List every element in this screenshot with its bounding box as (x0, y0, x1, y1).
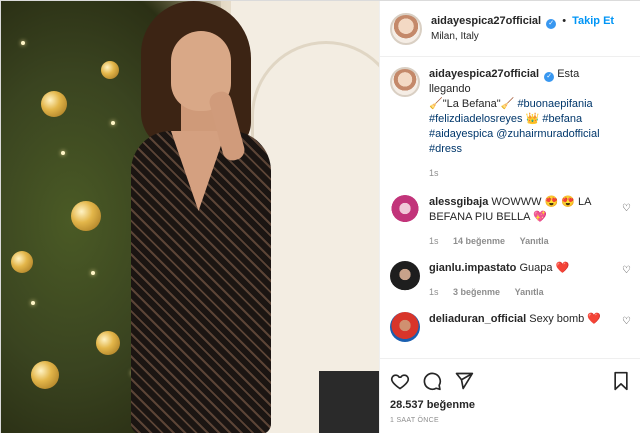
tree-light (61, 151, 65, 155)
crown-emoji: 👑 (525, 113, 540, 125)
comment-time[interactable]: 1s (429, 236, 439, 246)
avatar[interactable] (390, 312, 420, 342)
hashtag-link[interactable]: #dress (429, 143, 462, 155)
comment-username[interactable]: deliaduran_official (429, 313, 526, 325)
comment-likes[interactable]: 14 beğenme (453, 236, 505, 246)
bookmark-icon[interactable] (611, 371, 631, 391)
ornament (71, 201, 101, 231)
comment: alessgibaja WOWWW 😍 😍 LA BEFANA PIU BELL… (380, 195, 640, 249)
tree-light (111, 121, 115, 125)
broom-emoji: 🧹 (429, 98, 443, 110)
hashtag-link[interactable]: #befana (542, 113, 582, 125)
like-count[interactable]: 28.537 beğenme (390, 399, 631, 411)
ornament (41, 91, 67, 117)
avatar[interactable] (390, 67, 420, 97)
hashtag-link[interactable]: #felizdiadelosreyes (429, 113, 523, 125)
separator-dot: • (562, 15, 567, 27)
ornament (96, 331, 120, 355)
header-username[interactable]: aidayespica27official (431, 15, 541, 27)
comment-likes[interactable]: 3 beğenme (453, 287, 500, 297)
location-link[interactable]: Milan, Italy (431, 31, 614, 42)
comment-time[interactable]: 1s (429, 287, 439, 297)
reply-button[interactable]: Yanıtla (515, 287, 544, 297)
comment-text: Guapa ❤️ (519, 262, 570, 274)
avatar[interactable] (390, 195, 420, 225)
share-icon[interactable] (454, 371, 474, 391)
broom-emoji: 🧹 (500, 98, 515, 110)
caption-username[interactable]: aidayespica27official (429, 68, 539, 80)
tree-light (21, 41, 25, 45)
comments-list[interactable]: aidayespica27official ✓ Esta llegando 🧹"… (380, 67, 640, 357)
action-bar: 28.537 beğenme 1 SAAT ÖNCE (380, 358, 640, 424)
ornament (11, 251, 33, 273)
reply-button[interactable]: Yanıtla (520, 236, 549, 246)
hashtag-link[interactable]: #buonaepifania (517, 98, 592, 110)
post-timestamp[interactable]: 1 SAAT ÖNCE (390, 417, 631, 424)
verified-badge-icon: ✓ (544, 72, 555, 82)
comment-text: Sexy bomb ❤️ (529, 313, 602, 325)
person (121, 1, 281, 433)
comment-meta: 1s 14 beğenme Yanıtla (429, 234, 619, 249)
avatar[interactable] (390, 261, 420, 291)
ornament (101, 61, 119, 79)
caption-meta: 1s (429, 166, 619, 181)
comment-like-heart-icon[interactable]: ♡ (622, 203, 631, 214)
comment-meta: 1s 3 beğenme Yanıtla (429, 285, 619, 300)
tree-light (31, 301, 35, 305)
comment-like-heart-icon[interactable]: ♡ (622, 316, 631, 327)
post-photo[interactable] (1, 1, 379, 433)
comment-username[interactable]: alessgibaja (429, 196, 488, 208)
follow-button[interactable]: Takip Et (572, 15, 614, 27)
tree-light (91, 271, 95, 275)
avatar[interactable] (390, 12, 422, 45)
post-sidebar: aidayespica27official ✓ • Takip Et Milan… (379, 1, 640, 433)
heart-icon[interactable] (390, 371, 410, 391)
dark-stand (319, 371, 379, 433)
comment: gianlu.impastato Guapa ❤️ 1s 3 beğenme Y… (380, 261, 640, 300)
hashtag-link[interactable]: #aidayespica (429, 128, 493, 140)
comment-like-heart-icon[interactable]: ♡ (622, 265, 631, 276)
comment: deliaduran_official Sexy bomb ❤️ ♡ (380, 312, 640, 342)
caption: aidayespica27official ✓ Esta llegando 🧹"… (380, 67, 640, 181)
mention-link[interactable]: @zuhairmuradofficial (496, 128, 599, 140)
post-header: aidayespica27official ✓ • Takip Et Milan… (380, 1, 640, 57)
verified-badge-icon: ✓ (546, 19, 557, 29)
comment-icon[interactable] (422, 371, 442, 391)
caption-text: "La Befana" (442, 98, 501, 110)
comment-username[interactable]: gianlu.impastato (429, 262, 516, 274)
ornament (31, 361, 59, 389)
caption-time[interactable]: 1s (429, 168, 439, 178)
instagram-post: aidayespica27official ✓ • Takip Et Milan… (0, 0, 640, 433)
